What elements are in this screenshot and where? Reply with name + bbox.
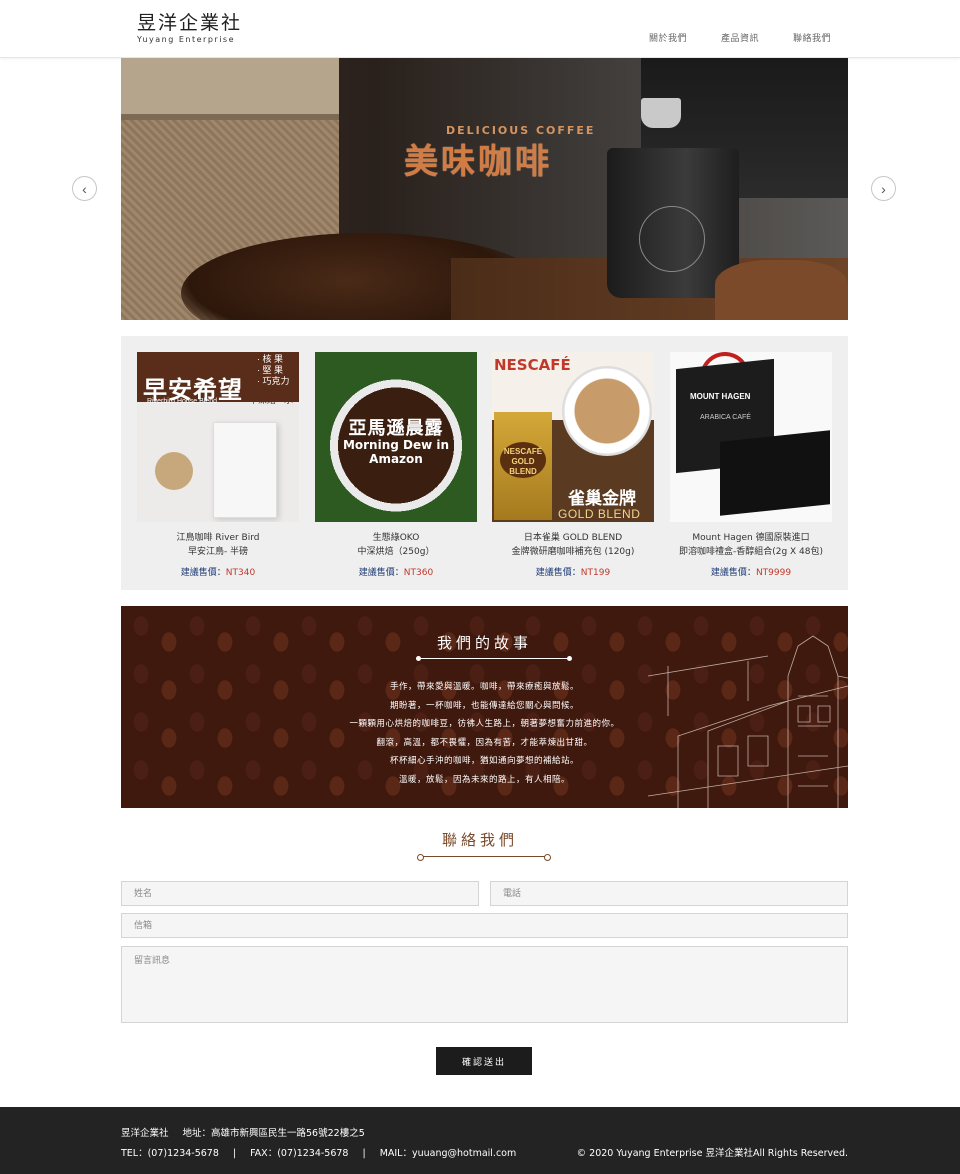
hero-banner: DELICIOUS COFFEE 美味咖啡: [121, 58, 848, 320]
product-card[interactable]: MOUNT HAGEN ARABICA CAFÉ Mount Hagen 德國原…: [670, 352, 832, 578]
email-field[interactable]: [121, 913, 848, 938]
nav-products[interactable]: 產品資訊: [721, 31, 759, 44]
message-field[interactable]: [121, 946, 848, 1023]
logo-title: 昱洋企業社: [137, 12, 243, 34]
price-value: NT340: [225, 568, 256, 578]
product-name-line2: 中深烘焙（250g）: [357, 547, 435, 557]
story-line: 一顆顆用心烘焙的咖啡豆，彷彿人生路上，朝著夢想奮力前進的你。: [349, 719, 620, 729]
product-name[interactable]: 生態綠OKO 中深烘焙（250g）: [315, 531, 477, 559]
product-image-subtitle: GOLD BLEND: [558, 507, 641, 521]
product-name[interactable]: 日本雀巢 GOLD BLEND 金牌微研磨咖啡補充包 (120g): [492, 531, 654, 559]
product-name-line2: 金牌微研磨咖啡補充包 (120g): [511, 547, 635, 557]
story-title: 我們的故事: [436, 634, 532, 652]
story-line: 期盼著，一杯咖啡，也能傳達給您關心與問候。: [389, 700, 579, 711]
logo[interactable]: 昱洋企業社 Yuyang Enterprise: [137, 13, 242, 44]
product-image-brand: MOUNT HAGEN: [690, 392, 751, 401]
product-name[interactable]: 江鳥咖啡 River Bird 早安江鳥- 半磅: [137, 531, 299, 559]
chevron-right-icon: ›: [881, 180, 886, 197]
product-image[interactable]: NESCAFÉ NESCAFÉ GOLD BLEND 雀巢金牌 GOLD BLE…: [492, 352, 654, 522]
mug-logo: [639, 206, 705, 272]
story-line: 杯杯細心手沖的咖啡，猶如通向夢想的補給站。: [389, 756, 579, 766]
product-card[interactable]: 亞馬遜晨露 Morning Dew in Amazon 生態綠OKO 中深烘焙（…: [315, 352, 477, 578]
contact-title: 聯絡我們: [441, 831, 518, 849]
product-image-brand: NESCAFÉ: [494, 356, 571, 374]
product-price: 建議售價：NT9999: [670, 565, 832, 578]
site-header: 昱洋企業社 Yuyang Enterprise 關於我們 產品資訊 聯絡我們: [0, 0, 960, 58]
nav-about[interactable]: 關於我們: [649, 31, 687, 44]
gift-box-tray: [720, 430, 830, 516]
coffee-sack-top: [121, 58, 339, 120]
footer-separator: |: [362, 1148, 366, 1159]
product-image-title: 亞馬遜晨露: [348, 418, 444, 439]
price-value: NT360: [403, 568, 434, 578]
footer-mail[interactable]: MAIL：yuuang@hotmail.com: [380, 1148, 517, 1159]
story-line: 手作，帶來愛與溫暖。咖啡，帶來療癒與放鬆。: [389, 682, 579, 692]
product-price: 建議售價：NT360: [315, 565, 477, 578]
price-value: NT9999: [755, 568, 792, 578]
measuring-spoon: [641, 98, 681, 128]
product-image-subtitle: Morning Dew in Amazon: [342, 438, 450, 466]
site-footer: 昱洋企業社 地址：高雄市新興區民生一路56號22樓之5 TEL：(07)1234-…: [0, 1107, 960, 1174]
product-card[interactable]: 早安希望 · 核 果 · 堅 果 · 巧克力 Riverbird House B…: [137, 352, 299, 578]
story-text: 手作，帶來愛與溫暖。咖啡，帶來療癒與放鬆。 期盼著，一杯咖啡，也能傳達給您關心與…: [121, 678, 848, 789]
product-name-line1: 江鳥咖啡 River Bird: [176, 533, 260, 543]
product-image-notes: · 核 果 · 堅 果 · 巧克力: [257, 354, 290, 386]
price-value: NT199: [580, 568, 611, 578]
our-story-section: 我們的故事 手作，帶來愛與溫暖。咖啡，帶來療癒與放鬆。 期盼著，一杯咖啡，也能傳…: [121, 606, 848, 808]
phone-field[interactable]: [490, 881, 848, 906]
product-image-title: 雀巢金牌: [568, 489, 636, 509]
price-label: 建議售價：: [535, 568, 581, 578]
carousel-prev-button[interactable]: ‹: [72, 176, 97, 201]
product-image-subtitle: ARABICA CAFÉ: [700, 414, 751, 421]
nav-contact[interactable]: 聯絡我們: [793, 31, 831, 44]
footer-company: 昱洋企業社: [121, 1128, 169, 1139]
wooden-board: [715, 260, 848, 320]
logo-subtitle: Yuyang Enterprise: [137, 35, 236, 44]
footer-contact-row: TEL：(07)1234-5678 | FAX：(07)1234-5678 | MAIL…: [121, 1145, 516, 1159]
footer-company-row: 昱洋企業社 地址：高雄市新興區民生一路56號22樓之5: [121, 1125, 365, 1139]
product-name-line1: 日本雀巢 GOLD BLEND: [523, 533, 623, 543]
product-name[interactable]: Mount Hagen 德國原裝進口 即溶咖啡禮盒-香醇組合(2g X 48包): [670, 531, 832, 559]
story-line: 翻滾，高溫，都不畏懼，因為有苦，才能萃煉出甘甜。: [376, 737, 593, 748]
product-image-blend: Riverbird House Blend: [147, 398, 218, 405]
footer-separator: |: [232, 1148, 237, 1159]
product-name-line2: 早安江鳥- 半磅: [187, 547, 249, 557]
product-image[interactable]: MOUNT HAGEN ARABICA CAFÉ: [670, 352, 832, 522]
coffee-bag: [213, 422, 277, 518]
latte-cup: [562, 366, 652, 456]
submit-button[interactable]: 確認送出: [436, 1047, 532, 1075]
product-price: 建議售價：NT199: [492, 565, 654, 578]
main-nav: 關於我們 產品資訊 聯絡我們: [649, 31, 831, 44]
product-image-roast: 中深焙 · 水: [249, 395, 293, 405]
product-image-pack-label: NESCAFÉ GOLD BLEND: [500, 442, 546, 478]
price-label: 建議售價：: [710, 568, 756, 578]
footer-address: 地址：高雄市新興區民生一路56號22樓之5: [182, 1128, 365, 1139]
name-field[interactable]: [121, 881, 479, 906]
chevron-left-icon: ‹: [82, 180, 87, 197]
price-label: 建議售價：: [180, 568, 226, 578]
product-name-line1: 生態綠OKO: [372, 533, 420, 543]
product-image[interactable]: 亞馬遜晨露 Morning Dew in Amazon: [315, 352, 477, 522]
product-image[interactable]: 早安希望 · 核 果 · 堅 果 · 巧克力 Riverbird House B…: [137, 352, 299, 522]
product-card[interactable]: NESCAFÉ NESCAFÉ GOLD BLEND 雀巢金牌 GOLD BLE…: [492, 352, 654, 578]
footer-copyright: © 2020 Yuyang Enterprise 昱洋企業社All Rights…: [576, 1148, 848, 1159]
footer-fax: FAX：(07)1234-5678: [250, 1148, 349, 1159]
hero-title: 美味咖啡: [404, 142, 552, 182]
contact-divider: [417, 854, 551, 861]
product-name-line2: 即溶咖啡禮盒-香醇組合(2g X 48包): [678, 547, 824, 557]
wooden-spoon: [155, 452, 193, 490]
product-price: 建議售價：NT340: [137, 565, 299, 578]
story-divider: [416, 656, 572, 661]
price-label: 建議售價：: [358, 568, 404, 578]
carousel-next-button[interactable]: ›: [871, 176, 896, 201]
product-list: 早安希望 · 核 果 · 堅 果 · 巧克力 Riverbird House B…: [121, 336, 848, 590]
story-line: 溫暖，放鬆，因為未來的路上，有人相陪。: [398, 774, 570, 785]
product-name-line1: Mount Hagen 德國原裝進口: [692, 533, 810, 543]
footer-tel: TEL：(07)1234-5678: [121, 1148, 219, 1159]
